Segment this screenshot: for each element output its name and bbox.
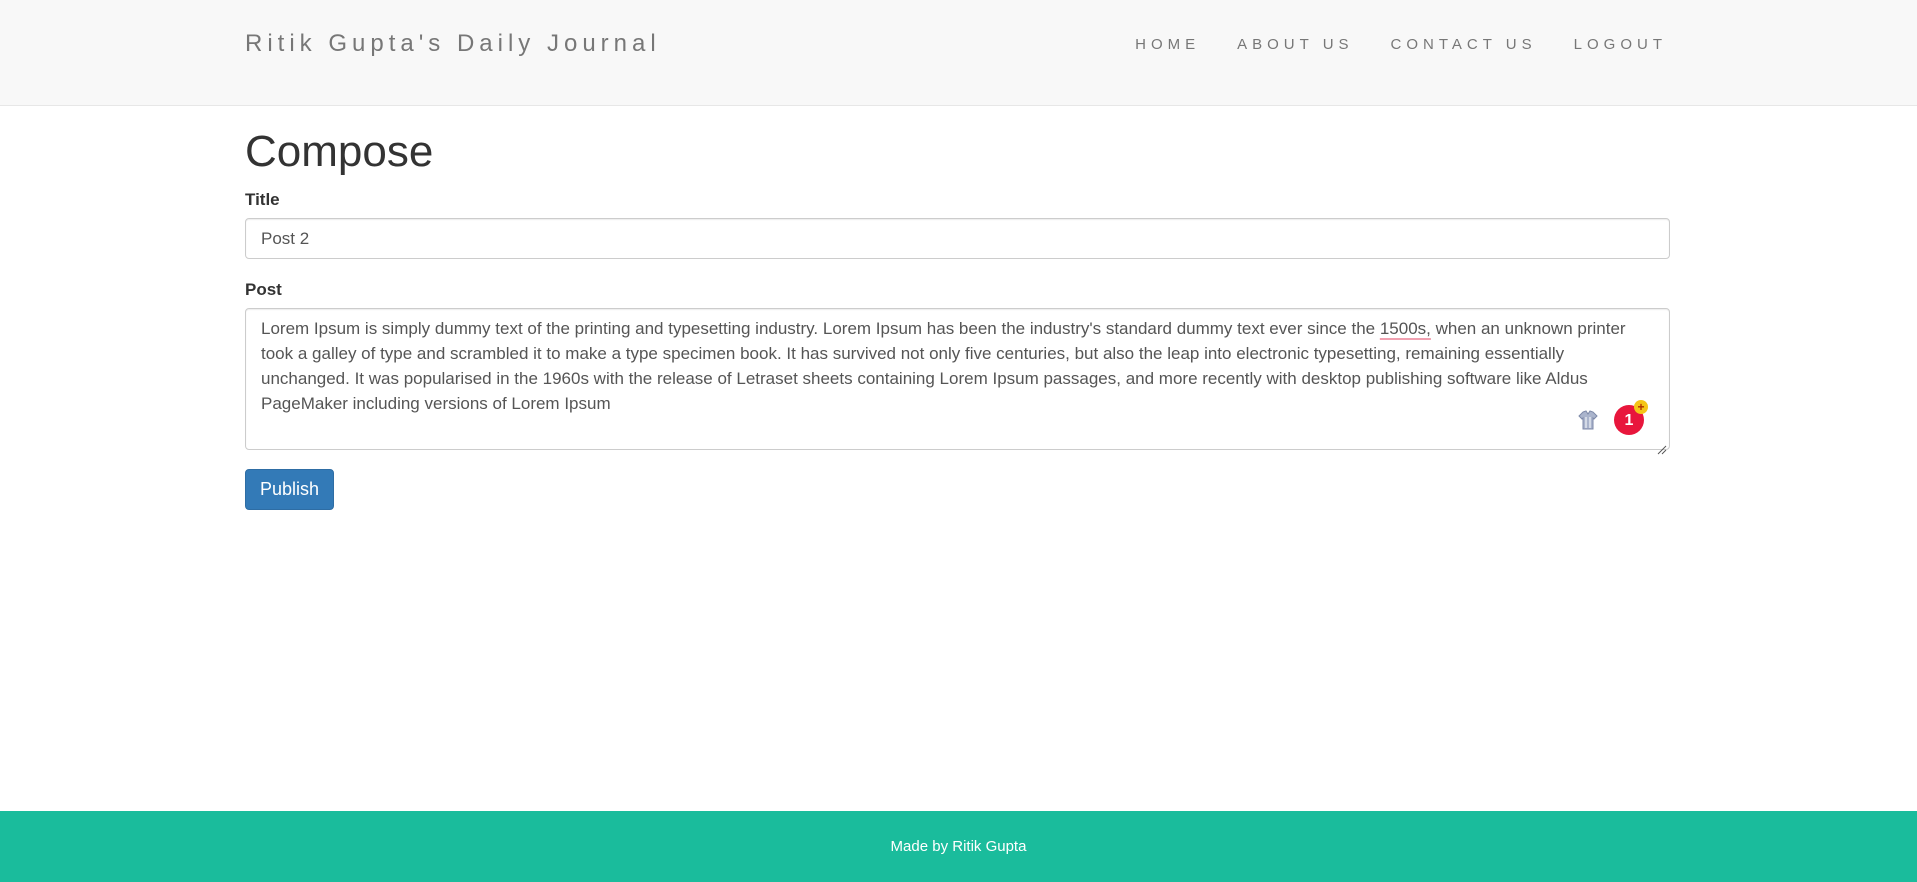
- post-spellcheck-word: 1500s,: [1379, 319, 1431, 339]
- nav-links: HOME ABOUT US CONTACT US LOGOUT: [1098, 36, 1667, 53]
- nav-contact-link[interactable]: CONTACT US: [1391, 36, 1537, 53]
- nav-logout-link[interactable]: LOGOUT: [1574, 36, 1667, 53]
- nav-home-link[interactable]: HOME: [1135, 36, 1200, 53]
- footer-text: Made by Ritik Gupta: [890, 838, 1027, 855]
- compose-form: Compose Title Post 2 Post Lorem Ipsum is…: [245, 106, 1670, 511]
- nav-about-link[interactable]: ABOUT US: [1237, 36, 1353, 53]
- extension-badge[interactable]: 1 +: [1614, 400, 1648, 436]
- extension-shirt-icon[interactable]: [1577, 409, 1599, 431]
- post-text-part1: Lorem Ipsum is simply dummy text of the …: [261, 319, 1380, 339]
- publish-button[interactable]: Publish: [245, 469, 335, 511]
- footer: Made by Ritik Gupta: [0, 811, 1917, 882]
- title-input-value: Post 2: [261, 228, 310, 248]
- page-title: Compose: [245, 127, 434, 176]
- resize-grip-icon[interactable]: [1657, 437, 1667, 455]
- post-textarea[interactable]: Lorem Ipsum is simply dummy text of the …: [245, 308, 1670, 455]
- title-input[interactable]: Post 2: [245, 218, 1670, 260]
- title-label: Title: [245, 190, 280, 210]
- extension-badge-count: 1: [1624, 411, 1634, 429]
- brand-link[interactable]: Ritik Gupta's Daily Journal: [245, 30, 661, 58]
- post-label: Post: [245, 280, 282, 300]
- extension-plus-icon: +: [1634, 400, 1648, 415]
- navbar: Ritik Gupta's Daily Journal HOME ABOUT U…: [0, 0, 1917, 106]
